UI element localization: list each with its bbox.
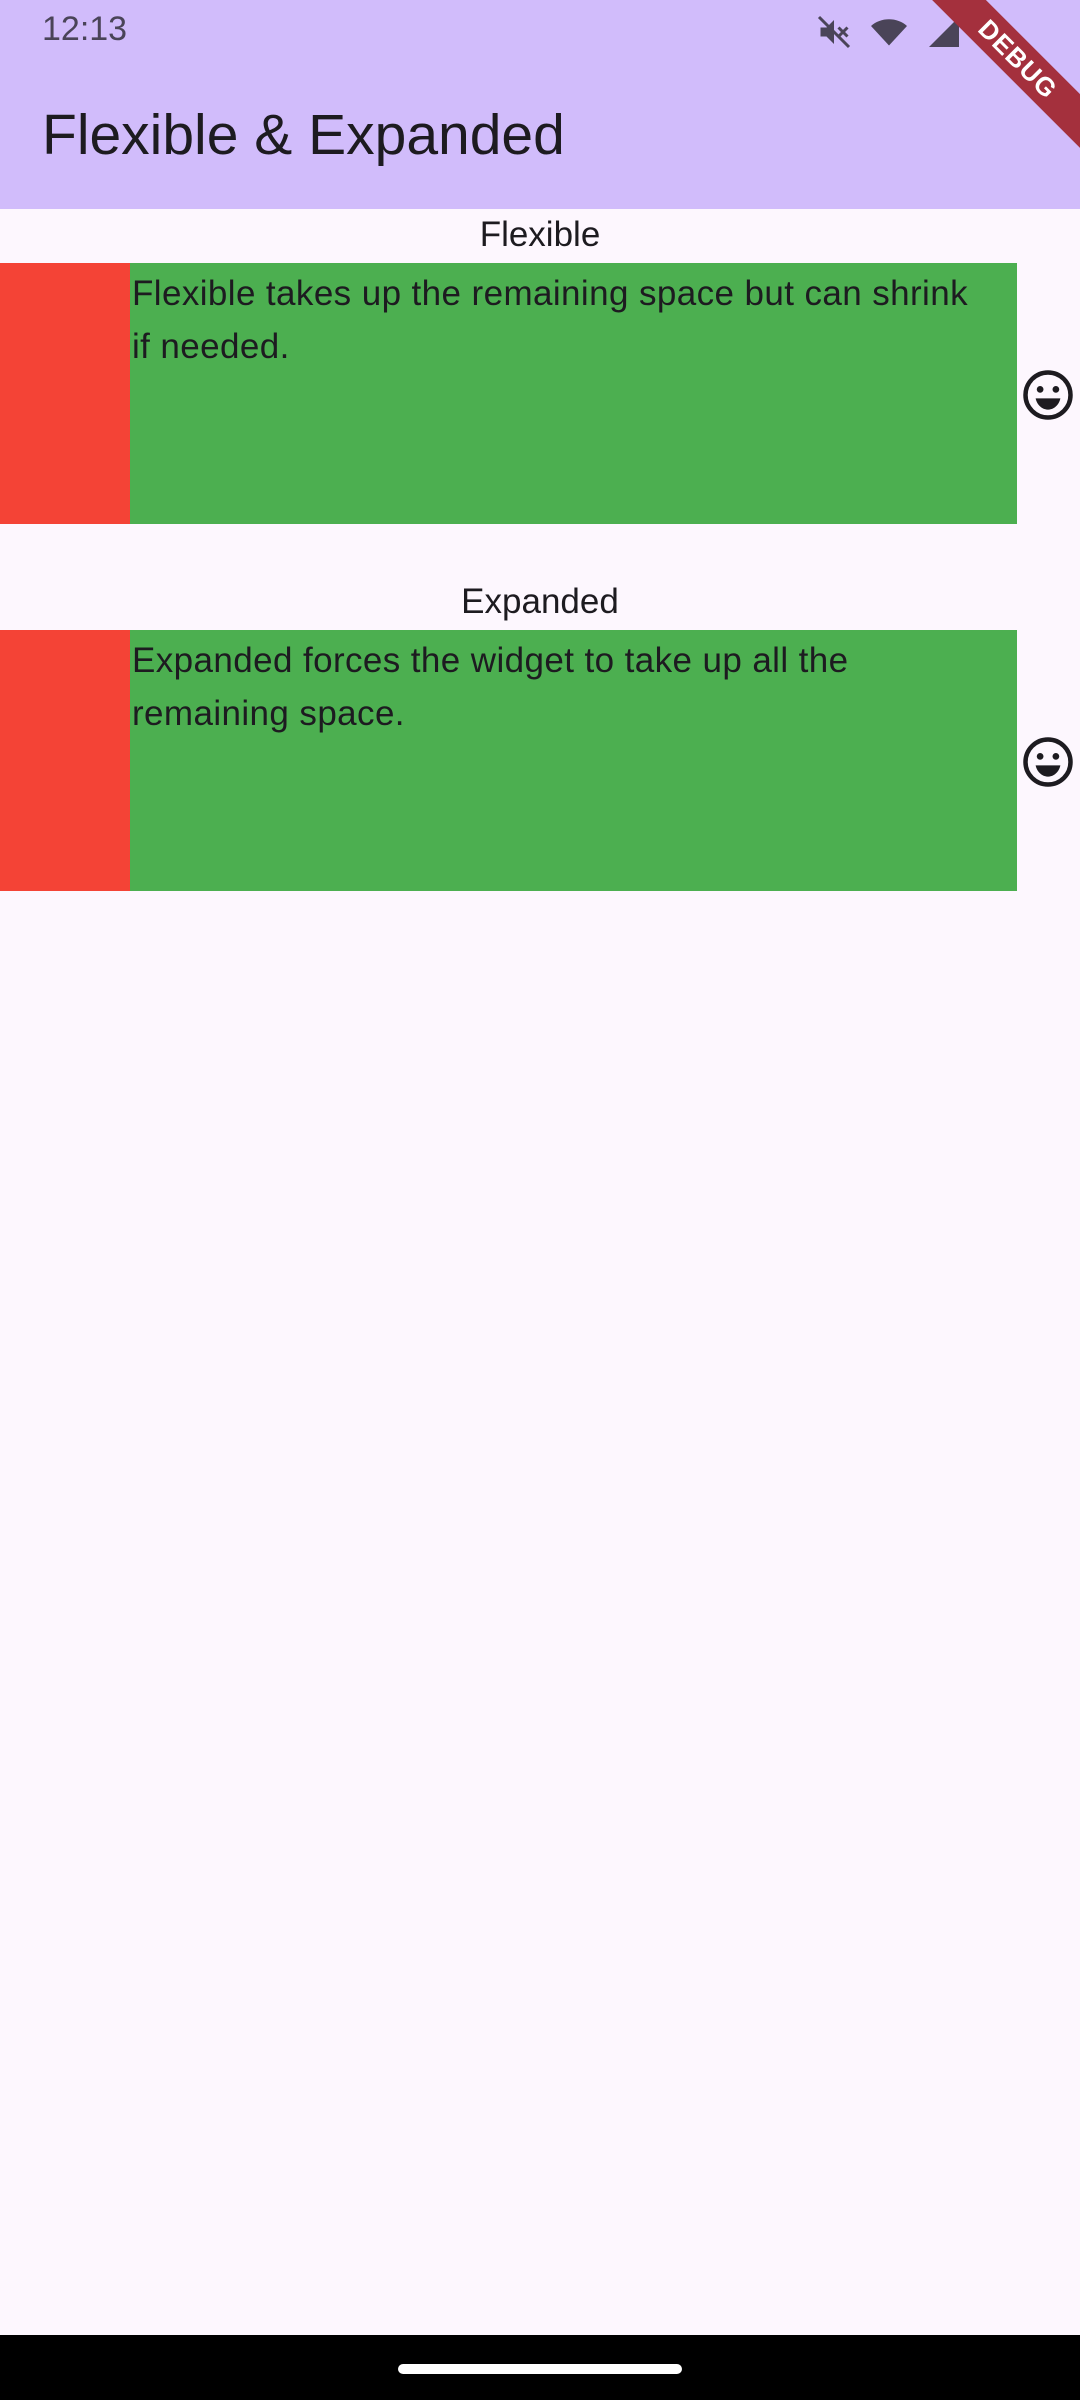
- flexible-description: Flexible takes up the remaining space bu…: [132, 274, 968, 366]
- home-gesture-handle[interactable]: [398, 2364, 682, 2374]
- section-title-expanded: Expanded: [461, 582, 619, 621]
- wifi-icon: [870, 14, 908, 55]
- section-title-flexible: Flexible: [479, 215, 601, 254]
- signal-icon: [926, 14, 962, 55]
- red-box: [0, 263, 130, 524]
- status-time: 12:13: [42, 10, 128, 48]
- status-icons: [816, 14, 1000, 55]
- smiley-face-icon: [1021, 735, 1075, 789]
- expanded-row: Expanded forces the widget to take up al…: [0, 630, 1080, 891]
- expanded-description: Expanded forces the widget to take up al…: [132, 641, 849, 733]
- page-title: Flexible & Expanded: [42, 103, 565, 167]
- flexible-green-box: Flexible takes up the remaining space bu…: [130, 263, 1017, 524]
- app-bar: Flexible & Expanded: [0, 64, 1080, 209]
- smiley-face-icon: [1021, 368, 1075, 422]
- flexible-row: Flexible takes up the remaining space bu…: [0, 263, 1080, 524]
- mute-icon: [816, 14, 852, 55]
- red-box: [0, 630, 130, 891]
- expanded-green-box: Expanded forces the widget to take up al…: [130, 630, 1017, 891]
- status-bar: 12:13: [0, 0, 1080, 64]
- battery-icon: [980, 14, 1000, 55]
- system-navigation-bar: [0, 2335, 1080, 2400]
